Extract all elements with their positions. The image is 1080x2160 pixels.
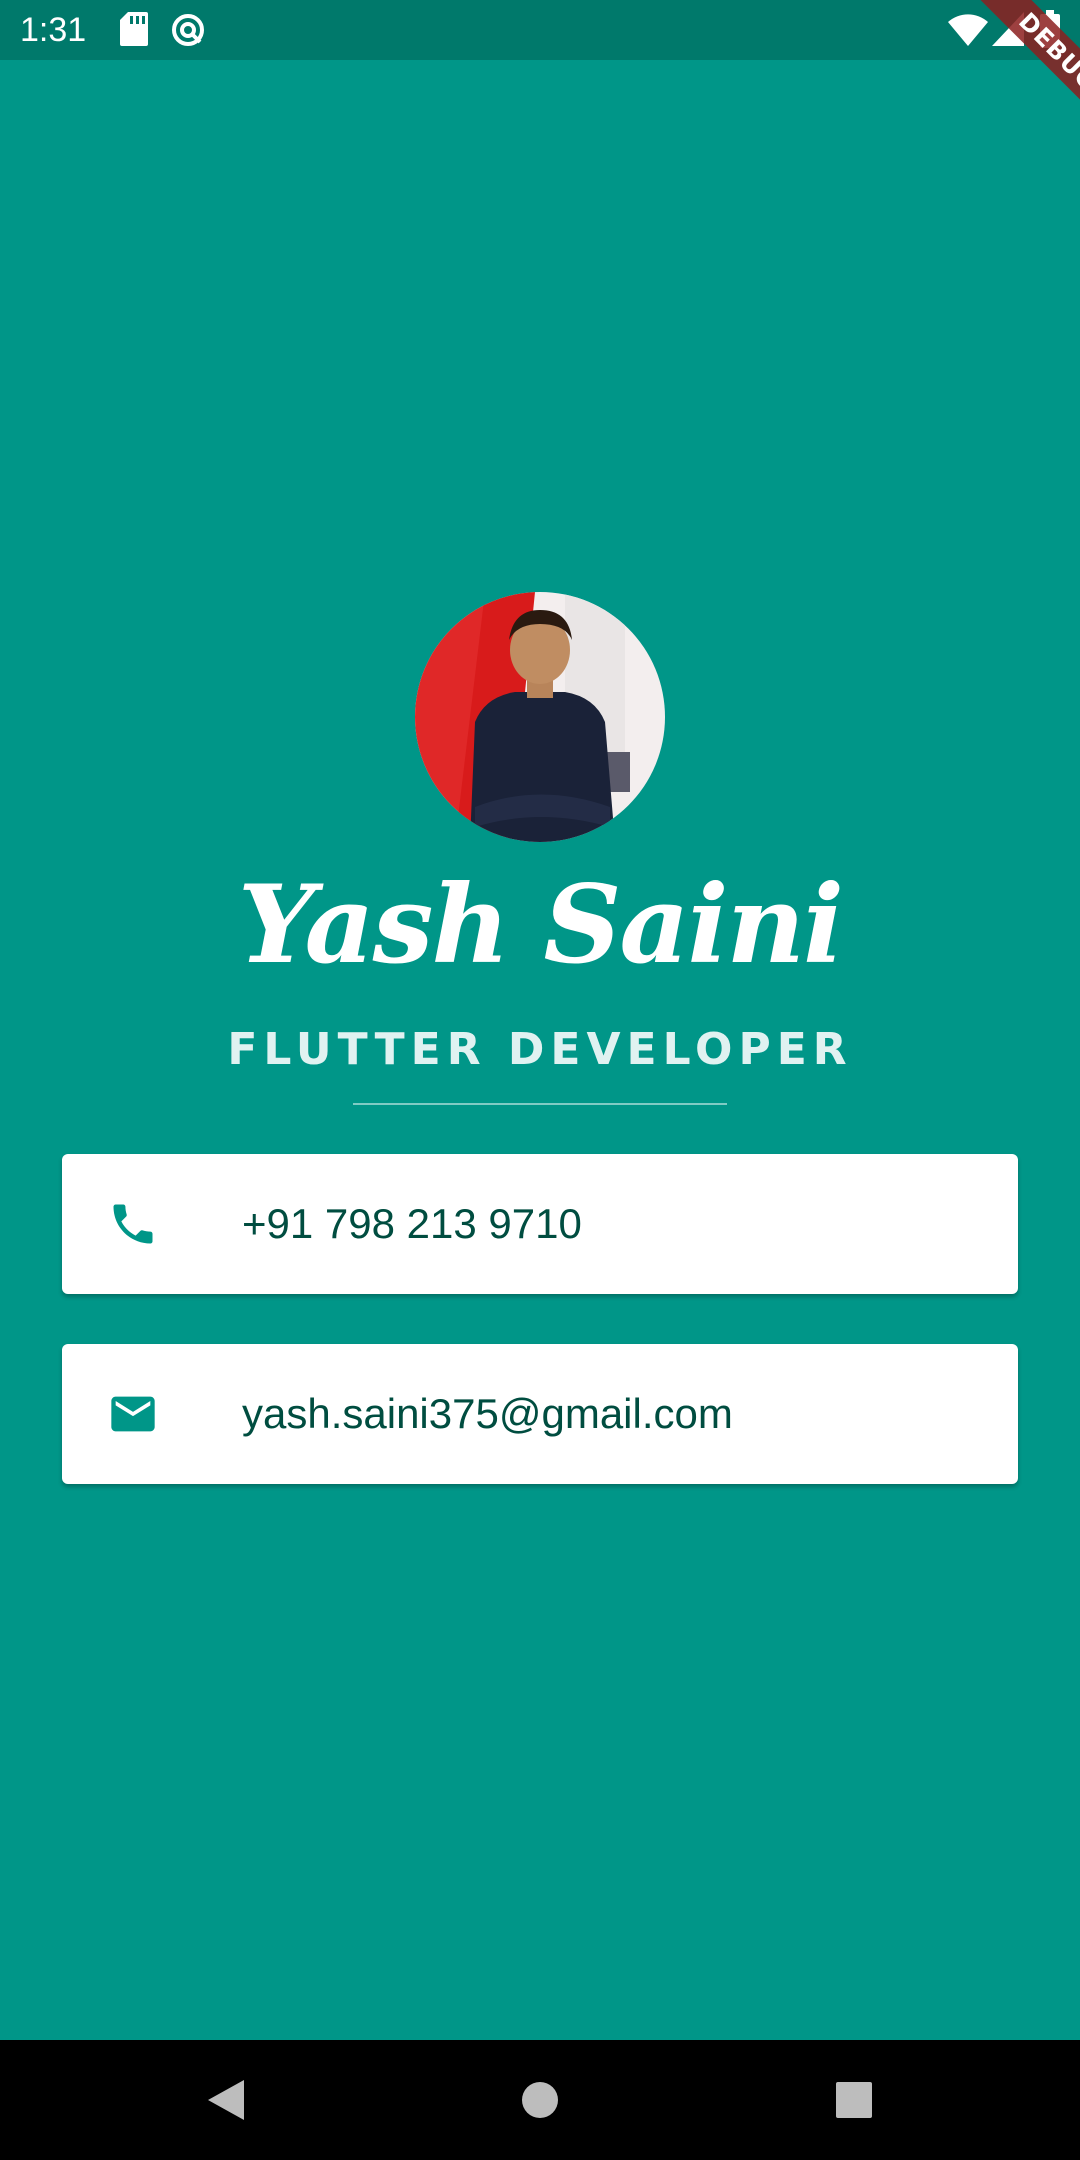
phone-card[interactable]: +91 798 213 9710 [62, 1154, 1018, 1294]
navigation-bar [0, 2040, 1080, 2160]
email-address: yash.saini375@gmail.com [242, 1390, 733, 1437]
sd-card-icon [120, 12, 148, 46]
profile-name: Yash Saini [237, 862, 844, 988]
recents-icon[interactable] [832, 2076, 876, 2124]
status-time: 1:31 [20, 11, 87, 49]
debug-banner: DEBUG [967, 0, 1080, 143]
back-icon[interactable] [204, 2076, 248, 2124]
avatar [415, 592, 665, 842]
debug-banner-container: DEBUG [930, 0, 1080, 150]
home-icon[interactable] [518, 2076, 562, 2124]
sync-icon [172, 14, 204, 46]
divider [353, 1103, 727, 1105]
email-card[interactable]: yash.saini375@gmail.com [62, 1344, 1018, 1484]
phone-icon [113, 1204, 153, 1244]
avatar-photo [415, 592, 665, 842]
status-bar: 1:31 [0, 0, 1080, 60]
mail-icon [111, 1396, 155, 1432]
phone-number: +91 798 213 9710 [242, 1200, 582, 1247]
profile-title: FLUTTER DEVELOPER [227, 1024, 853, 1075]
